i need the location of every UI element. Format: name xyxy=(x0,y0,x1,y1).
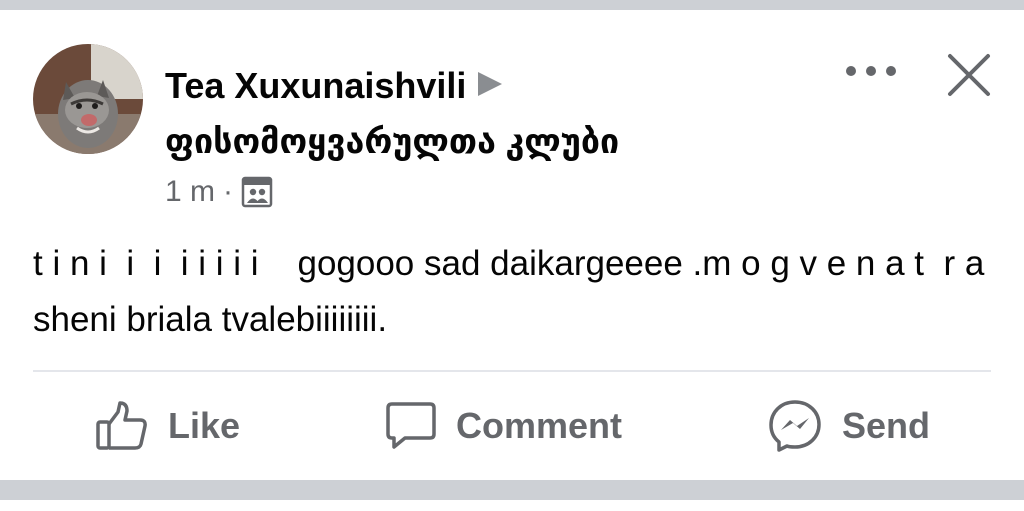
author-name[interactable]: Tea Xuxunaishvili xyxy=(165,65,466,106)
post-time[interactable]: 1 m xyxy=(165,175,215,209)
divider xyxy=(33,370,991,372)
group-name[interactable]: ფისომოყვარულთა კლუბი xyxy=(165,122,619,162)
like-button[interactable]: Like xyxy=(96,398,240,454)
send-button[interactable]: Send xyxy=(768,398,930,454)
comment-label: Comment xyxy=(456,405,623,446)
like-label: Like xyxy=(168,405,241,446)
send-label: Send xyxy=(842,405,931,446)
post-card: Tea Xuxunaishvili ფისომოყვარულთა კლუბი 1… xyxy=(0,10,1024,480)
more-options-icon[interactable] xyxy=(846,54,896,88)
group-privacy-icon xyxy=(241,176,273,208)
avatar[interactable] xyxy=(33,44,143,154)
author-row: Tea Xuxunaishvili xyxy=(165,65,503,106)
comment-bubble-icon xyxy=(386,402,436,449)
post-text: t i n i i i i i i i i gogooo sad daikarg… xyxy=(33,244,1004,339)
top-separator-band xyxy=(0,0,1024,10)
comment-button[interactable]: Comment xyxy=(386,398,622,454)
close-icon[interactable] xyxy=(944,50,994,100)
bottom-separator-band xyxy=(0,480,1024,500)
arrow-right-icon xyxy=(478,72,503,96)
thumbs-up-icon xyxy=(96,401,147,450)
messenger-icon xyxy=(769,400,821,452)
meta-separator: · xyxy=(223,175,234,208)
avatar-cat-photo xyxy=(33,44,143,154)
post-meta: 1 m · xyxy=(165,172,273,212)
